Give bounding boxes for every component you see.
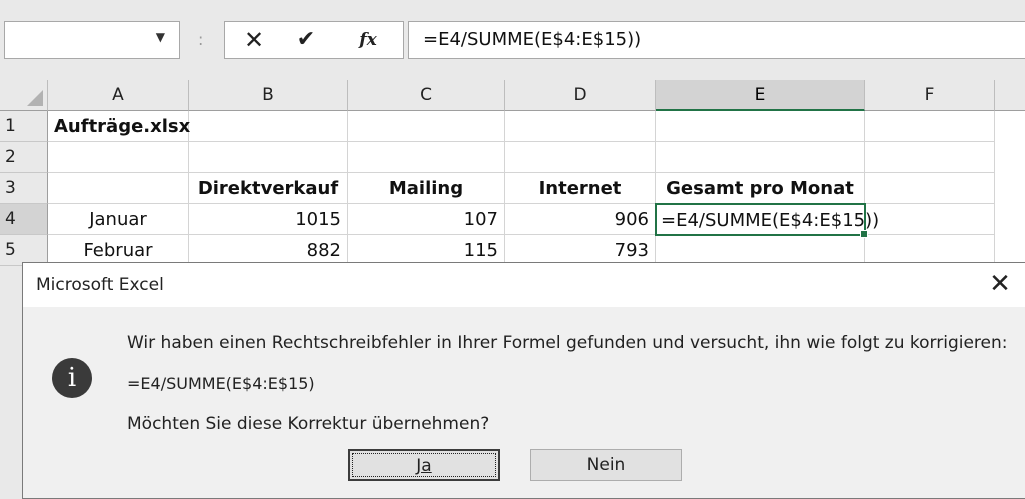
cell-b1[interactable] xyxy=(189,111,348,142)
check-icon[interactable]: ✔ xyxy=(291,27,321,53)
yes-button[interactable]: Ja xyxy=(348,449,500,481)
cell-f2[interactable] xyxy=(865,142,995,173)
cell-e3[interactable]: Gesamt pro Monat xyxy=(656,173,865,204)
select-all-corner[interactable] xyxy=(0,80,48,111)
cell-e4-active[interactable]: =E4/SUMME(E$4:E$15)) xyxy=(655,203,879,238)
cell-b3[interactable]: Direktverkauf xyxy=(189,173,348,204)
cell-c4[interactable]: 107 xyxy=(348,204,505,235)
close-icon[interactable]: ✕ xyxy=(985,269,1015,299)
cell-d3[interactable]: Internet xyxy=(505,173,656,204)
no-button[interactable]: Nein xyxy=(530,449,682,481)
cell-f1[interactable] xyxy=(865,111,995,142)
formula-bar-separator: : xyxy=(198,30,204,49)
column-header-a[interactable]: A xyxy=(48,80,189,111)
column-header-g[interactable] xyxy=(995,80,1025,111)
info-icon: i xyxy=(52,358,92,398)
cell-c3[interactable]: Mailing xyxy=(348,173,505,204)
cell-d1[interactable] xyxy=(505,111,656,142)
cell-e2[interactable] xyxy=(656,142,865,173)
autocorrect-dialog: Microsoft Excel ✕ i Wir haben einen Rech… xyxy=(22,262,1025,499)
fx-icon[interactable]: fx xyxy=(353,27,383,53)
fill-handle[interactable] xyxy=(860,230,868,238)
cell-c1[interactable] xyxy=(348,111,505,142)
row-header-4[interactable]: 4 xyxy=(0,204,48,235)
column-header-f[interactable]: F xyxy=(865,80,995,111)
column-header-c[interactable]: C xyxy=(348,80,505,111)
column-header-e[interactable]: E xyxy=(656,80,865,111)
row-header-3[interactable]: 3 xyxy=(0,173,48,204)
formula-input[interactable]: =E4/SUMME(E$4:E$15)) xyxy=(408,21,1025,59)
close-icon[interactable]: ✕ xyxy=(239,27,269,53)
dialog-title: Microsoft Excel xyxy=(36,275,164,295)
cell-a3[interactable] xyxy=(48,173,189,204)
name-box[interactable]: ▼ xyxy=(4,21,180,59)
dialog-titlebar: Microsoft Excel ✕ xyxy=(23,263,1025,307)
cell-f4[interactable] xyxy=(865,204,995,235)
cell-a1[interactable]: Aufträge.xlsx xyxy=(48,111,190,142)
cell-b4[interactable]: 1015 xyxy=(189,204,348,235)
cell-a2[interactable] xyxy=(48,142,189,173)
row-header-2[interactable]: 2 xyxy=(0,142,48,173)
yes-button-label: Ja xyxy=(416,456,432,476)
cell-d2[interactable] xyxy=(505,142,656,173)
dialog-message: Wir haben einen Rechtschreibfehler in Ih… xyxy=(127,333,1008,353)
column-header-d[interactable]: D xyxy=(505,80,656,111)
row-header-1[interactable]: 1 xyxy=(0,111,48,142)
corrected-formula: =E4/SUMME(E$4:E$15) xyxy=(127,374,315,393)
cell-c2[interactable] xyxy=(348,142,505,173)
cell-a4[interactable]: Januar xyxy=(48,204,189,235)
formula-bar-area: ▼ : ✕ ✔ fx =E4/SUMME(E$4:E$15)) xyxy=(0,0,1025,80)
cell-f3[interactable] xyxy=(865,173,995,204)
cell-e1[interactable] xyxy=(656,111,865,142)
active-cell-formula: =E4/SUMME(E$4:E$15)) xyxy=(661,210,880,231)
cell-b2[interactable] xyxy=(189,142,348,173)
cell-d4[interactable]: 906 xyxy=(505,204,656,235)
no-button-label: Nein xyxy=(586,455,626,475)
formula-buttons: ✕ ✔ fx xyxy=(224,21,404,59)
dialog-question: Möchten Sie diese Korrektur übernehmen? xyxy=(127,414,490,434)
column-header-b[interactable]: B xyxy=(189,80,348,111)
chevron-down-icon[interactable]: ▼ xyxy=(156,30,165,44)
